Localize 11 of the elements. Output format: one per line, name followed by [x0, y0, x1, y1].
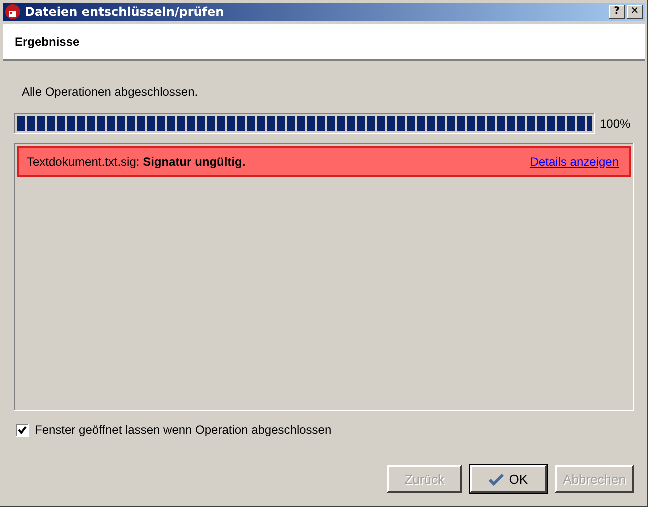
help-button[interactable]: ?	[609, 5, 625, 19]
progress-reading: 100%	[600, 116, 632, 130]
status-text: Alle Operationen abgeschlossen.	[22, 85, 200, 99]
header-title: Ergebnisse	[15, 34, 80, 48]
checkbox-label: Fenster geöffnet lassen wenn Operation abgeschlossen	[35, 423, 332, 437]
checkbox[interactable]	[16, 424, 29, 436]
result-message: Textdokument.txt.sig: Signatur ungültig.	[27, 154, 246, 168]
dialog-button[interactable]: OK	[470, 465, 548, 493]
window-title: Dateien entschlüsseln/prüfen	[25, 5, 226, 19]
app-icon	[5, 4, 21, 20]
close-button[interactable]: ✕	[627, 5, 643, 19]
